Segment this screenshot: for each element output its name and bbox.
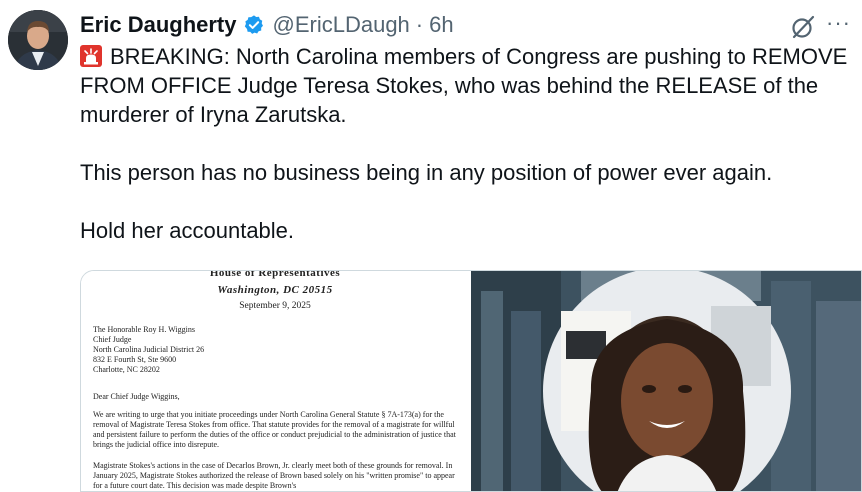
tweet-paragraph-2: This person has no business being in any… [80, 160, 773, 185]
tweet-timestamp[interactable]: 6h [429, 12, 453, 38]
author-name[interactable]: Eric Daugherty [80, 12, 237, 38]
header-separator: · [415, 12, 424, 37]
verified-badge-icon [244, 15, 263, 34]
more-options-icon[interactable]: ··· [826, 10, 851, 36]
address-line: 832 E Fourth St, Ste 9600 [93, 355, 177, 364]
letter-paragraph-2: Magistrate Stokes's actions in the case … [93, 461, 455, 490]
author-handle[interactable]: @EricLDaugh [273, 12, 410, 38]
tweet-media[interactable]: House of Representatives Washington, DC … [80, 270, 862, 492]
tweet-paragraph-3: Hold her accountable. [80, 218, 295, 243]
author-avatar[interactable] [8, 10, 68, 70]
address-line: The Honorable Roy H. Wiggins [93, 325, 195, 334]
tweet-header: Eric Daugherty @EricLDaugh · 6h [80, 10, 454, 40]
letter-paragraph-1: We are writing to urge that you initiate… [93, 410, 456, 449]
avatar-photo [8, 10, 68, 70]
letterhead-location: Washington, DC 20515 [217, 284, 333, 296]
judge-photo[interactable] [471, 271, 861, 491]
tweet-paragraph-1-text: BREAKING: North Carolina members of Cong… [80, 44, 848, 127]
address-line: Charlotte, NC 28202 [93, 365, 160, 374]
judge-photo-graphic [471, 271, 861, 491]
tweet-paragraph-1: BREAKING: North Carolina members of Cong… [80, 42, 860, 129]
address-line: Chief Judge [93, 335, 132, 344]
tweet-body: BREAKING: North Carolina members of Cong… [80, 42, 860, 245]
grok-icon[interactable] [790, 14, 816, 40]
letterhead-title: House of Representatives [209, 270, 341, 279]
address-line: North Carolina Judicial District 26 [93, 345, 205, 354]
letter-salutation: Dear Chief Judge Wiggins, [93, 392, 180, 401]
rotating-light-emoji [80, 45, 102, 67]
letter-address: The Honorable Roy H. Wiggins Chief Judge… [93, 325, 204, 375]
letter-date: September 9, 2025 [239, 301, 311, 311]
letter-image[interactable]: House of Representatives Washington, DC … [81, 270, 469, 491]
